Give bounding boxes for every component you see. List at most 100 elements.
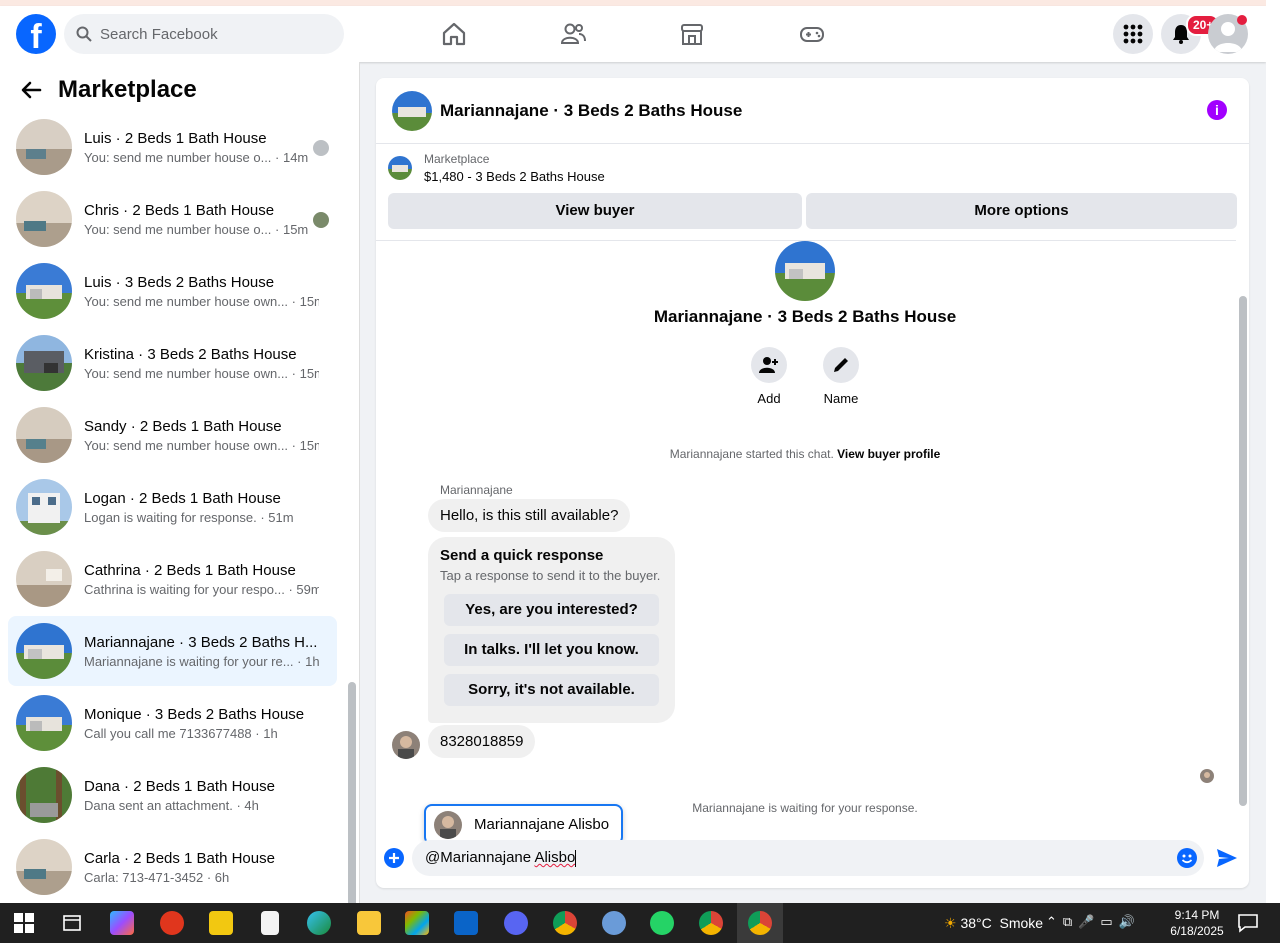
add-person-icon [759, 357, 778, 373]
sender-avatar[interactable] [392, 731, 420, 759]
grid-icon [1123, 24, 1143, 44]
read-receipt-avatar [313, 212, 329, 228]
gaming-icon[interactable] [798, 20, 826, 48]
conversation-item[interactable]: Luis · 2 Beds 1 Bath House You: send me n… [8, 112, 337, 182]
conversation-item[interactable]: Dana · 2 Beds 1 Bath House Dana sent an a… [8, 760, 337, 830]
listing-thumbnail [16, 551, 72, 607]
plus-circle-icon[interactable] [384, 848, 404, 868]
windows-start-icon[interactable] [12, 911, 36, 935]
listing-thumbnail [16, 767, 72, 823]
sun-icon: ☀ [944, 915, 957, 931]
paint-app-icon[interactable] [602, 911, 626, 935]
conversation-item[interactable]: Chris · 2 Beds 1 Bath House You: send me … [8, 184, 337, 254]
outlook-icon[interactable] [454, 911, 478, 935]
send-icon[interactable] [1216, 847, 1238, 869]
conversation-preview: Logan is waiting for response. · 51m [84, 509, 294, 525]
conversation-item[interactable]: Monique · 3 Beds 2 Baths House Call you c… [8, 688, 337, 758]
clock-date: 6/18/2025 [1170, 924, 1224, 938]
marketplace-icon[interactable] [678, 20, 706, 48]
conversation-name: Chris · 2 Beds 1 Bath House [84, 201, 275, 219]
add-label: Add [757, 391, 781, 406]
chrome-active-icon[interactable] [748, 911, 772, 935]
edge-icon[interactable] [307, 911, 331, 935]
quick-response-card: Send a quick response Tap a response to … [428, 537, 675, 723]
sticky-notes-icon[interactable] [209, 911, 233, 935]
name-action[interactable]: Name [811, 347, 871, 406]
conversation-item[interactable]: Sandy · 2 Beds 1 Bath House You: send me … [8, 400, 337, 470]
listing-thumbnail [16, 695, 72, 751]
home-icon[interactable] [440, 20, 468, 48]
incoming-message[interactable]: Hello, is this still available? [428, 499, 631, 532]
conversation-preview: You: send me number house own... · 15m [84, 437, 319, 453]
emoji-icon[interactable] [1177, 848, 1197, 868]
message-thread: Mariannajane · 3 Beds 2 Baths House Add … [376, 240, 1236, 820]
back-arrow-icon[interactable] [20, 79, 42, 101]
message-input[interactable]: @Mariannajane Alisbo [412, 840, 1204, 876]
sidebar-scroll-thumb[interactable] [348, 682, 356, 938]
conversation-item[interactable]: Kristina · 3 Beds 2 Baths House You: send… [8, 328, 337, 398]
menu-grid-button[interactable] [1113, 14, 1153, 54]
mention-avatar [434, 810, 462, 839]
view-buyer-profile-link[interactable]: View buyer profile [837, 447, 940, 461]
weather-widget[interactable]: ☀ 38°C Smoke [944, 915, 1043, 932]
incoming-message-phone[interactable]: 8328018859 [428, 725, 536, 758]
listing-thumbnail [16, 479, 72, 535]
add-action[interactable]: Add [739, 347, 799, 406]
system-clock[interactable]: 9:14 PM 6/18/2025 [1168, 907, 1226, 939]
notepad-icon[interactable] [261, 911, 279, 935]
system-tray-icons[interactable]: ⌃⧉🎤▭🔊 [1046, 914, 1141, 930]
whatsapp-icon[interactable] [650, 911, 674, 935]
mention-suggestion[interactable]: Mariannajane Alisbo [424, 804, 623, 845]
conversation-preview: Cathrina is waiting for your respo... · … [84, 581, 319, 597]
task-view-icon[interactable] [60, 911, 84, 935]
conversation-item[interactable]: Carla · 2 Beds 1 Bath House Carla: 713-47… [8, 832, 337, 902]
microsoft-store-icon[interactable] [405, 911, 429, 935]
page-scrollbar[interactable] [1266, 0, 1280, 903]
mention-name: Mariannajane Alisbo [474, 816, 610, 833]
conversation-preview: Dana sent an attachment. · 4h [84, 797, 259, 813]
quick-response-sorry-button[interactable]: Sorry, it's not available. [444, 674, 659, 706]
friends-icon[interactable] [559, 20, 587, 48]
chrome-profile-u-icon[interactable] [699, 911, 723, 935]
chat-started-notice: Mariannajane started this chat. View buy… [376, 447, 1234, 461]
profile-name: Mariannajane · 3 Beds 2 Baths House [653, 307, 957, 326]
notification-center-icon[interactable] [1236, 911, 1260, 935]
windows-taskbar: ☀ 38°C Smoke ⌃⧉🎤▭🔊 9:14 PM 6/18/2025 [0, 903, 1280, 943]
facebook-logo[interactable]: f [16, 14, 56, 54]
thread-scrollbar[interactable] [1236, 240, 1249, 820]
marketplace-label: Marketplace [424, 152, 490, 166]
conversation-preview: You: send me number house own... · 15m [84, 293, 319, 309]
thread-scroll-thumb[interactable] [1239, 296, 1247, 806]
wps-office-icon[interactable] [160, 911, 184, 935]
search-input[interactable]: Search Facebook [64, 14, 344, 54]
conversation-name: Kristina · 3 Beds 2 Baths House [84, 345, 297, 363]
conversation-preview: Call you call me 7133677488 · 1h [84, 725, 278, 741]
composer-text: @Mariannajane [425, 849, 535, 866]
text-caret [575, 849, 577, 867]
more-options-button[interactable]: More options [806, 193, 1237, 229]
quick-response-yes-button[interactable]: Yes, are you interested? [444, 594, 659, 626]
conversation-item-selected[interactable]: Mariannajane · 3 Beds 2 Baths H... Marian… [8, 616, 337, 686]
info-icon[interactable]: i [1207, 100, 1227, 120]
chat-panel: Mariannajane · 3 Beds 2 Baths House i Ma… [376, 78, 1249, 888]
chrome-profile-i-icon[interactable] [553, 911, 577, 935]
chat-avatar[interactable] [392, 90, 432, 131]
quick-response-in-talks-button[interactable]: In talks. I'll let you know. [444, 634, 659, 666]
discord-icon[interactable] [504, 911, 528, 935]
listing-thumbnail [16, 407, 72, 463]
listing-thumbnail [16, 335, 72, 391]
file-explorer-icon[interactable] [357, 911, 381, 935]
chat-title[interactable]: Mariannajane · 3 Beds 2 Baths House [440, 101, 742, 121]
view-buyer-button[interactable]: View buyer [388, 193, 802, 229]
listing-mini-thumbnail [388, 156, 412, 180]
conversation-item[interactable]: Luis · 3 Beds 2 Baths House You: send me … [8, 256, 337, 326]
conversation-item[interactable]: Logan · 2 Beds 1 Bath House Logan is wait… [8, 472, 337, 542]
conversation-preview: You: send me number house o... · 15m [84, 221, 309, 237]
listing-summary[interactable]: Marketplace $1,480 - 3 Beds 2 Baths Hous… [388, 152, 605, 184]
sidebar-scrollbar[interactable] [344, 112, 360, 938]
pencil-icon [834, 358, 848, 372]
started-text: Mariannajane started this chat. [669, 447, 834, 461]
conversation-item[interactable]: Cathrina · 2 Beds 1 Bath House Cathrina i… [8, 544, 337, 614]
copilot-icon[interactable] [110, 911, 134, 935]
conversation-name: Luis · 3 Beds 2 Baths House [84, 273, 275, 291]
